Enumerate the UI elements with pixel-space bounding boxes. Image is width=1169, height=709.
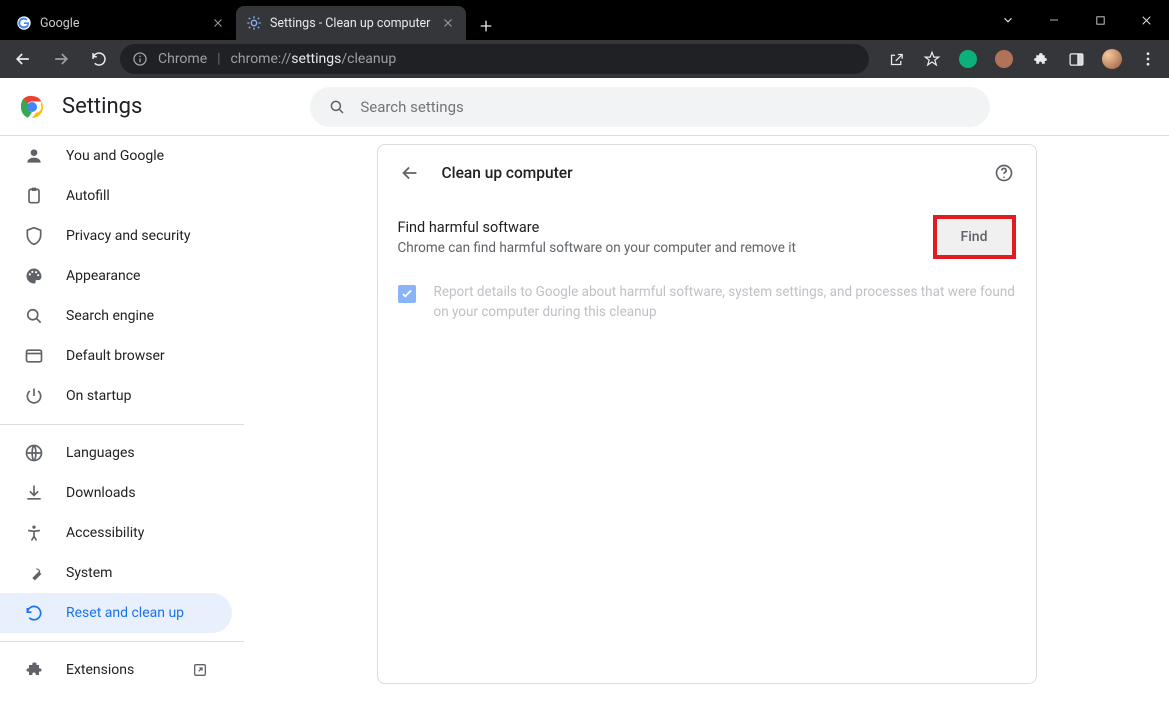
sidebar-item-default-browser[interactable]: Default browser [0, 336, 232, 376]
sidebar-item-extensions[interactable]: Extensions [0, 650, 232, 690]
accessibility-icon [24, 523, 44, 543]
card-title: Clean up computer [442, 164, 573, 182]
globe-icon [24, 443, 44, 463]
toolbar-actions [881, 44, 1163, 74]
clipboard-icon [24, 186, 44, 206]
tab-label: Google [40, 16, 202, 31]
search-icon [24, 306, 44, 326]
restore-icon [24, 603, 44, 623]
sidebar-item-system[interactable]: System [0, 553, 232, 593]
address-bar[interactable]: Chrome | chrome://settings/cleanup [120, 44, 869, 74]
find-title: Find harmful software [398, 219, 933, 236]
sidebar-label: Appearance [66, 268, 140, 284]
share-icon[interactable] [881, 44, 911, 74]
bookmark-icon[interactable] [917, 44, 947, 74]
sidebar-label: Privacy and security [66, 228, 190, 244]
kebab-menu-icon[interactable] [1133, 44, 1163, 74]
find-button[interactable]: Find [933, 215, 1016, 259]
settings-header: Settings [0, 78, 1169, 136]
tab-google[interactable]: Google [6, 6, 236, 40]
close-window-button[interactable] [1123, 0, 1169, 40]
sidebar-divider [0, 424, 244, 425]
report-checkbox[interactable] [398, 285, 416, 303]
sidebar-item-downloads[interactable]: Downloads [0, 473, 232, 513]
gear-icon [246, 15, 262, 31]
report-row: Report details to Google about harmful s… [378, 273, 1036, 332]
download-icon [24, 483, 44, 503]
maximize-button[interactable] [1077, 0, 1123, 40]
settings-sidebar[interactable]: You and Google Autofill Privacy and secu… [0, 136, 244, 709]
card-header: Clean up computer [378, 145, 1036, 201]
search-input[interactable] [360, 98, 972, 116]
sidebar-item-accessibility[interactable]: Accessibility [0, 513, 232, 553]
sidebar-label: Downloads [66, 485, 136, 501]
sidebar-item-languages[interactable]: Languages [0, 433, 232, 473]
settings-content: Clean up computer Find harmful software … [244, 136, 1169, 709]
back-arrow-button[interactable] [398, 161, 422, 185]
sidebar-label: Reset and clean up [66, 605, 184, 621]
person-icon [24, 146, 44, 166]
sidebar-label: Extensions [66, 662, 134, 678]
back-button[interactable] [6, 44, 40, 74]
sidebar-label: Autofill [66, 188, 110, 204]
extension-grammarly-icon[interactable] [953, 44, 983, 74]
extensions-puzzle-icon[interactable] [1025, 44, 1055, 74]
page-title: Settings [62, 94, 142, 119]
sidebar-item-you-and-google[interactable]: You and Google [0, 136, 232, 176]
forward-button[interactable] [44, 44, 78, 74]
wrench-icon [24, 563, 44, 583]
sidebar-label: Languages [66, 445, 135, 461]
omni-url: chrome://settings/cleanup [231, 51, 397, 67]
side-panel-icon[interactable] [1061, 44, 1091, 74]
sidebar-item-privacy[interactable]: Privacy and security [0, 216, 232, 256]
search-icon [328, 98, 346, 116]
close-icon[interactable] [210, 15, 226, 31]
power-icon [24, 386, 44, 406]
puzzle-icon [24, 660, 44, 680]
browser-toolbar: Chrome | chrome://settings/cleanup [0, 40, 1169, 78]
site-info-icon[interactable] [132, 51, 148, 67]
sidebar-label: On startup [66, 388, 132, 404]
tab-strip: Google Settings - Clean up computer [6, 6, 466, 40]
new-tab-button[interactable] [472, 12, 500, 40]
report-desc: Report details to Google about harmful s… [434, 283, 1016, 322]
extension-cookie-icon[interactable] [989, 44, 1019, 74]
sidebar-label: Default browser [66, 348, 165, 364]
cleanup-card: Clean up computer Find harmful software … [377, 144, 1037, 684]
sidebar-label: Accessibility [66, 525, 144, 541]
shield-icon [24, 226, 44, 246]
window-controls [985, 0, 1169, 40]
find-harmful-row: Find harmful software Chrome can find ha… [378, 201, 1036, 273]
tab-label: Settings - Clean up computer [270, 16, 432, 31]
chevron-down-icon[interactable] [985, 0, 1031, 40]
sidebar-item-autofill[interactable]: Autofill [0, 176, 232, 216]
close-icon[interactable] [440, 15, 456, 31]
chrome-logo-icon [20, 95, 44, 119]
google-favicon-icon [16, 15, 32, 31]
sidebar-label: System [66, 565, 112, 581]
sidebar-item-appearance[interactable]: Appearance [0, 256, 232, 296]
browser-icon [24, 346, 44, 366]
help-icon[interactable] [992, 161, 1016, 185]
sidebar-label: Search engine [66, 308, 154, 324]
reload-button[interactable] [82, 44, 116, 74]
omni-sep: | [217, 51, 220, 67]
sidebar-label: You and Google [66, 148, 164, 164]
sidebar-item-reset-cleanup[interactable]: Reset and clean up [0, 593, 232, 633]
search-settings[interactable] [310, 87, 990, 127]
find-desc: Chrome can find harmful software on your… [398, 240, 933, 256]
minimize-button[interactable] [1031, 0, 1077, 40]
sidebar-divider [0, 641, 244, 642]
palette-icon [24, 266, 44, 286]
tab-settings-cleanup[interactable]: Settings - Clean up computer [236, 6, 466, 40]
main: You and Google Autofill Privacy and secu… [0, 136, 1169, 709]
sidebar-item-search-engine[interactable]: Search engine [0, 296, 232, 336]
omni-site: Chrome [158, 51, 207, 67]
sidebar-item-on-startup[interactable]: On startup [0, 376, 232, 416]
profile-avatar[interactable] [1097, 44, 1127, 74]
external-link-icon [192, 662, 208, 678]
window-titlebar: Google Settings - Clean up computer [0, 0, 1169, 40]
